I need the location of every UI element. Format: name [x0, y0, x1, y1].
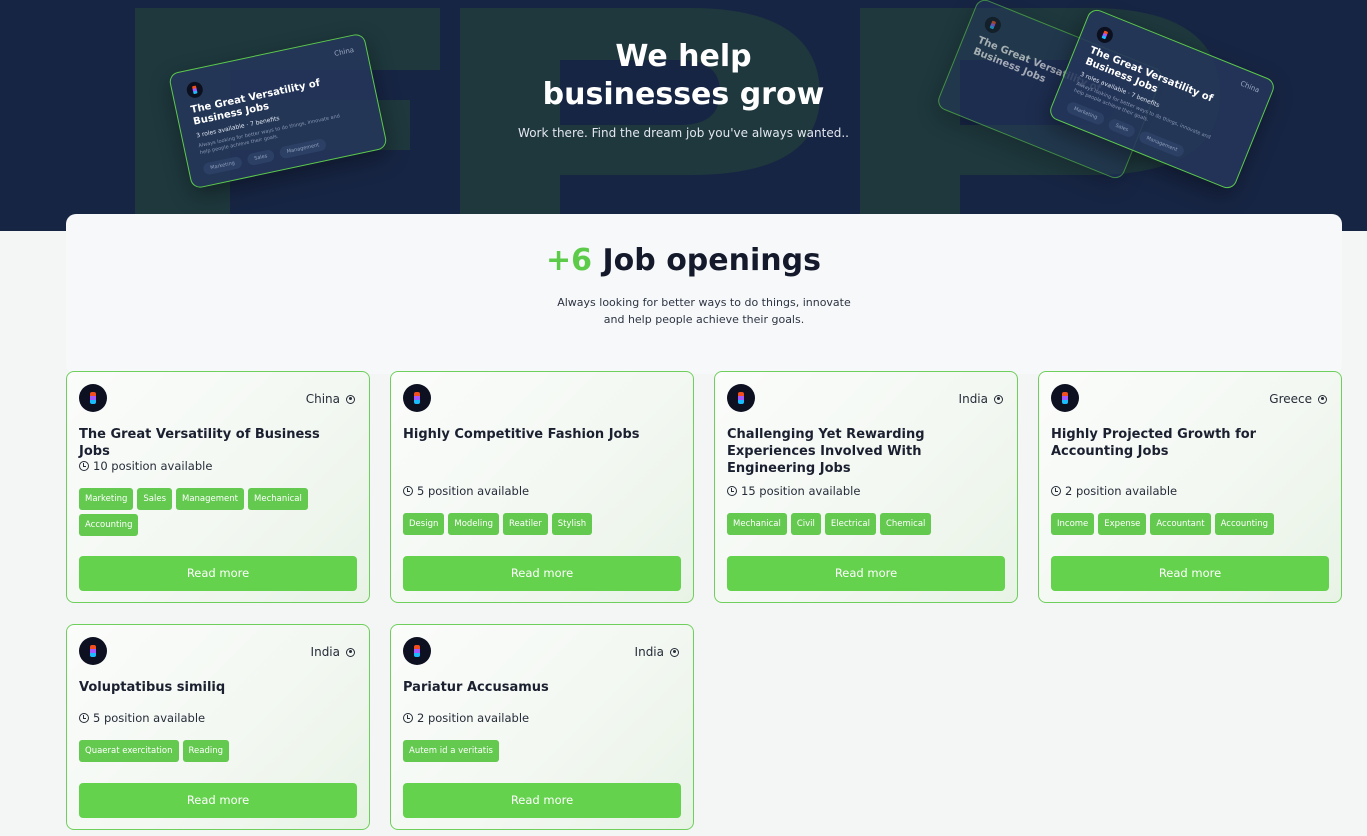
company-logo-icon — [403, 384, 431, 412]
job-tag: Modeling — [448, 513, 500, 535]
clock-icon — [403, 486, 413, 496]
job-title: Voluptatibus similiq — [79, 680, 226, 695]
job-location-text: India — [958, 392, 988, 406]
clock-icon — [403, 713, 413, 723]
job-card: India Challenging Yet Rewarding Experien… — [714, 371, 1018, 603]
job-location: Greece — [1269, 392, 1327, 406]
job-tags: Autem id a veritatis — [403, 740, 683, 762]
job-card: Greece Highly Projected Growth for Accou… — [1038, 371, 1342, 603]
job-location: India — [959, 392, 1003, 406]
job-positions-text: 5 position available — [417, 484, 530, 498]
company-logo-icon — [79, 384, 107, 412]
job-tag: Electrical — [824, 513, 876, 535]
clock-icon — [727, 486, 737, 496]
openings-label: Job openings — [602, 243, 821, 278]
company-logo-icon — [982, 14, 1004, 36]
job-title: Challenging Yet Rewarding Experiences In… — [727, 427, 925, 476]
hero-title-line-1: We help — [615, 39, 752, 74]
job-positions: 5 position available — [79, 711, 205, 725]
preview-tag: Sales — [246, 148, 276, 167]
job-location-text: India — [634, 645, 664, 659]
job-tag: Accounting — [79, 514, 139, 536]
job-positions-text: 15 position available — [741, 484, 861, 498]
job-positions-text: 5 position available — [93, 711, 206, 725]
job-tag: Accountant — [1150, 513, 1211, 535]
job-tag: Sales — [137, 488, 172, 510]
job-tag: Reatiler — [503, 513, 548, 535]
clock-icon — [1051, 486, 1061, 496]
job-location: India — [311, 645, 355, 659]
read-more-button[interactable]: Read more — [79, 783, 357, 818]
job-card: India Voluptatibus similiq 5 position av… — [66, 624, 370, 830]
preview-tag: Management — [278, 137, 328, 160]
job-positions: 2 position available — [1051, 484, 1177, 498]
read-more-button[interactable]: Read more — [1051, 556, 1329, 591]
preview-tag: Marketing — [202, 155, 243, 176]
openings-count: +6 — [546, 243, 593, 278]
read-more-button[interactable]: Read more — [79, 556, 357, 591]
job-title: Highly Projected Growth for Accounting J… — [1051, 427, 1257, 459]
job-positions: 15 position available — [727, 484, 860, 498]
job-positions-text: 2 position available — [1065, 484, 1178, 498]
clock-icon — [79, 713, 89, 723]
company-logo-icon — [79, 637, 107, 665]
job-location: China — [306, 392, 355, 406]
job-card: China The Great Versatility of Business … — [66, 371, 370, 603]
job-tags: Design Modeling Reatiler Stylish — [403, 513, 683, 535]
clock-icon — [79, 461, 89, 471]
job-location: India — [635, 645, 679, 659]
job-tag: Marketing — [79, 488, 134, 510]
location-pin-icon — [346, 647, 355, 657]
openings-subtitle: Always looking for better ways to do thi… — [554, 294, 854, 328]
job-positions-text: 2 position available — [417, 711, 530, 725]
job-card: India Pariatur Accusamus 2 position avai… — [390, 624, 694, 830]
job-tag: Management — [176, 488, 244, 510]
job-title: Pariatur Accusamus — [403, 680, 549, 695]
read-more-button[interactable]: Read more — [727, 556, 1005, 591]
job-tags: Quaerat exercitation Reading — [79, 740, 359, 762]
read-more-button[interactable]: Read more — [403, 783, 681, 818]
hero-title: We help businesses grow — [0, 38, 1367, 114]
hero-banner: China The Great Versatility of Business … — [0, 0, 1367, 231]
company-logo-icon — [727, 384, 755, 412]
job-tag: Design — [403, 513, 445, 535]
location-pin-icon — [670, 647, 679, 657]
job-tag: Autem id a veritatis — [403, 740, 499, 762]
job-tag: Stylish — [551, 513, 593, 535]
job-location-text: China — [305, 392, 340, 406]
job-card: Highly Competitive Fashion Jobs 5 positi… — [390, 371, 694, 603]
job-title: Highly Competitive Fashion Jobs — [403, 427, 640, 442]
openings-subtitle-line-2: and help people achieve their goals. — [603, 313, 805, 326]
job-tag: Mechanical — [248, 488, 308, 510]
job-positions: 5 position available — [403, 484, 529, 498]
openings-subtitle-line-1: Always looking for better ways to do thi… — [557, 296, 851, 309]
job-tags: Marketing Sales Management Mechanical Ac… — [79, 488, 359, 536]
job-tag: Civil — [790, 513, 821, 535]
job-location-text: India — [310, 645, 340, 659]
job-positions: 10 position available — [79, 459, 212, 473]
job-tag: Quaerat exercitation — [79, 740, 179, 762]
job-tag: Income — [1051, 513, 1095, 535]
job-positions: 2 position available — [403, 711, 529, 725]
job-tag: Mechanical — [727, 513, 787, 535]
job-tag: Expense — [1098, 513, 1147, 535]
job-tag: Reading — [182, 740, 230, 762]
job-positions-text: 10 position available — [93, 459, 213, 473]
company-logo-icon — [403, 637, 431, 665]
hero-title-line-2: businesses grow — [542, 77, 825, 112]
location-pin-icon — [346, 394, 355, 404]
location-pin-icon — [1318, 394, 1327, 404]
openings-heading: +6 Job openings — [0, 243, 1367, 278]
job-location-text: Greece — [1269, 392, 1312, 406]
location-pin-icon — [994, 394, 1003, 404]
job-tag: Accounting — [1214, 513, 1275, 535]
read-more-button[interactable]: Read more — [403, 556, 681, 591]
job-tags: Income Expense Accountant Accounting — [1051, 513, 1331, 535]
company-logo-icon — [1051, 384, 1079, 412]
job-title: The Great Versatility of Business Jobs — [79, 427, 320, 459]
hero-subtitle: Work there. Find the dream job you've al… — [518, 126, 849, 140]
job-tag: Chemical — [879, 513, 932, 535]
job-tags: Mechanical Civil Electrical Chemical — [727, 513, 1007, 535]
